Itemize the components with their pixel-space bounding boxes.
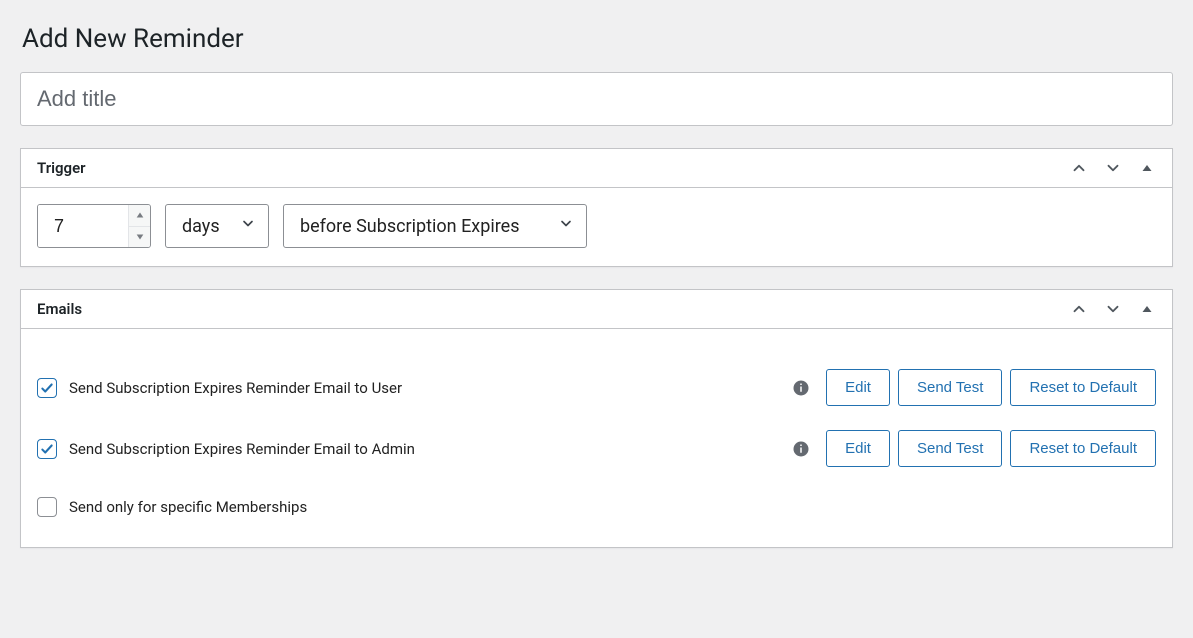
number-steppers bbox=[128, 205, 150, 247]
trigger-panel-body: days before Subscription Expires bbox=[21, 188, 1172, 266]
info-icon[interactable] bbox=[792, 440, 810, 458]
chevron-down-icon bbox=[558, 216, 574, 237]
trigger-panel-title: Trigger bbox=[37, 159, 86, 177]
specific-membership-label: Send only for specific Memberships bbox=[69, 498, 1156, 516]
chevron-down-icon bbox=[240, 216, 256, 237]
page-title: Add New Reminder bbox=[22, 24, 1173, 54]
panel-header: Trigger bbox=[21, 149, 1172, 188]
reset-default-button[interactable]: Reset to Default bbox=[1010, 430, 1156, 467]
trigger-panel: Trigger bbox=[20, 148, 1173, 267]
email-admin-label: Send Subscription Expires Reminder Email… bbox=[69, 440, 780, 458]
toggle-panel-icon[interactable] bbox=[1138, 159, 1156, 177]
move-up-icon[interactable] bbox=[1070, 300, 1088, 318]
emails-panel-title: Emails bbox=[37, 300, 82, 318]
stepper-up-icon[interactable] bbox=[129, 205, 150, 226]
stepper-down-icon[interactable] bbox=[129, 226, 150, 248]
emails-panel: Emails Send Subscrip bbox=[20, 289, 1173, 548]
move-up-icon[interactable] bbox=[1070, 159, 1088, 177]
toggle-panel-icon[interactable] bbox=[1138, 300, 1156, 318]
title-input[interactable] bbox=[35, 85, 1158, 113]
panel-header: Emails bbox=[21, 290, 1172, 329]
email-admin-checkbox[interactable] bbox=[37, 439, 57, 459]
trigger-unit-value: days bbox=[182, 216, 220, 237]
email-user-checkbox[interactable] bbox=[37, 378, 57, 398]
edit-button[interactable]: Edit bbox=[826, 430, 890, 467]
specific-membership-checkbox[interactable] bbox=[37, 497, 57, 517]
trigger-number-input[interactable] bbox=[38, 205, 128, 247]
email-row: Send Subscription Expires Reminder Email… bbox=[37, 357, 1156, 418]
trigger-number-wrap bbox=[37, 204, 151, 248]
panel-header-actions bbox=[1070, 300, 1156, 318]
move-down-icon[interactable] bbox=[1104, 159, 1122, 177]
email-user-label: Send Subscription Expires Reminder Email… bbox=[69, 379, 780, 397]
move-down-icon[interactable] bbox=[1104, 300, 1122, 318]
send-test-button[interactable]: Send Test bbox=[898, 430, 1002, 467]
send-test-button[interactable]: Send Test bbox=[898, 369, 1002, 406]
reset-default-button[interactable]: Reset to Default bbox=[1010, 369, 1156, 406]
edit-button[interactable]: Edit bbox=[826, 369, 890, 406]
info-icon[interactable] bbox=[792, 379, 810, 397]
trigger-condition-select[interactable]: before Subscription Expires bbox=[283, 204, 587, 248]
trigger-condition-value: before Subscription Expires bbox=[300, 216, 519, 237]
specific-membership-row: Send only for specific Memberships bbox=[37, 479, 1156, 529]
title-input-wrap bbox=[20, 72, 1173, 126]
emails-panel-body: Send Subscription Expires Reminder Email… bbox=[21, 341, 1172, 547]
panel-header-actions bbox=[1070, 159, 1156, 177]
email-row: Send Subscription Expires Reminder Email… bbox=[37, 418, 1156, 479]
trigger-unit-select[interactable]: days bbox=[165, 204, 269, 248]
